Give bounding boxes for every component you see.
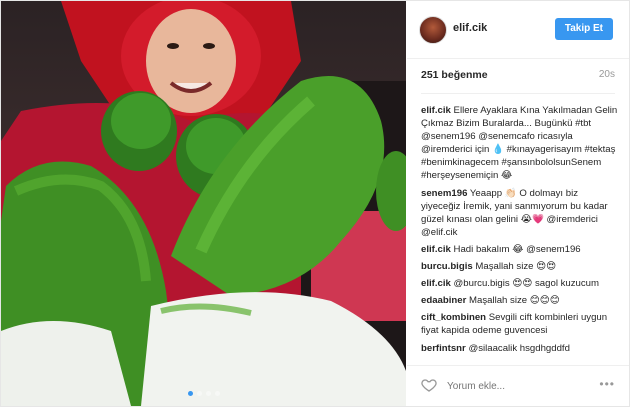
comment-footer: ••• — [407, 365, 629, 407]
add-comment-input[interactable] — [445, 377, 589, 395]
comment-text: Maşallah size 😊😊😊 — [469, 295, 560, 307]
post-meta: 251 beğenme 20s — [421, 69, 615, 94]
carousel-dot — [205, 391, 211, 396]
comment-item: burcu.bigis Maşallah size 😍😍 — [421, 260, 619, 273]
comment-item: cift_kombinen Sevgili cift kombinleri uy… — [421, 311, 619, 337]
comment-item: berfintsnr @silaacalik hsgdhgddfd — [421, 342, 619, 355]
comment-username[interactable]: senem196 — [421, 188, 467, 199]
post-timestamp[interactable]: 20s — [599, 69, 615, 80]
avatar[interactable] — [419, 16, 447, 44]
like-count[interactable]: 251 beğenme — [421, 69, 488, 81]
comment-username[interactable]: cift_kombinen — [421, 312, 486, 323]
more-options-icon[interactable]: ••• — [599, 377, 615, 391]
comment-item: elif.cik @burcu.bigis 😍😍 sagol kuzucum — [421, 277, 619, 290]
post-photo[interactable] — [1, 1, 406, 406]
comment-username[interactable]: elif.cik — [421, 278, 451, 289]
carousel-indicator — [1, 391, 406, 396]
comment-text: @silaacalik hsgdhgddfd — [468, 342, 570, 354]
post-header: elif.cik Takip Et — [407, 1, 629, 59]
carousel-dot — [196, 391, 202, 396]
comment-text: @burcu.bigis 😍😍 sagol kuzucum — [453, 278, 600, 290]
comment-username[interactable]: burcu.bigis — [421, 261, 473, 272]
comment-item: elif.cik Ellere Ayaklara Kına Yakılmadan… — [421, 104, 619, 183]
comment-text: Ellere Ayaklara Kına Yakılmadan Gelin Çı… — [421, 105, 618, 182]
comment-text: Hadi bakalım 😂 @senem196 — [453, 243, 581, 255]
comment-item: edaabiner Maşallah size 😊😊😊 — [421, 294, 619, 307]
instagram-post: elif.cik Takip Et 251 beğenme 20s elif.c… — [0, 0, 630, 407]
follow-button[interactable]: Takip Et — [554, 18, 613, 40]
comment-text: Maşallah size 😍😍 — [475, 261, 557, 273]
comment-username[interactable]: elif.cik — [421, 244, 451, 255]
comment-item: elif.cik Hadi bakalım 😂 @senem196 — [421, 243, 619, 256]
comment-username[interactable]: elif.cik — [421, 105, 451, 116]
comment-username[interactable]: berfintsnr — [421, 343, 466, 354]
heart-icon[interactable] — [421, 377, 437, 393]
comment-item: senem196 Yeaapp 👏🏻 O dolmayı biz yiyeceğ… — [421, 187, 619, 239]
comment-username[interactable]: edaabiner — [421, 295, 466, 306]
comment-list: elif.cik Ellere Ayaklara Kına Yakılmadan… — [421, 104, 619, 359]
post-photo-illustration — [1, 1, 406, 406]
carousel-dot — [214, 391, 220, 396]
carousel-dot-active — [187, 391, 193, 396]
author-username[interactable]: elif.cik — [453, 22, 487, 34]
post-sidebar: elif.cik Takip Et 251 beğenme 20s elif.c… — [407, 1, 629, 406]
